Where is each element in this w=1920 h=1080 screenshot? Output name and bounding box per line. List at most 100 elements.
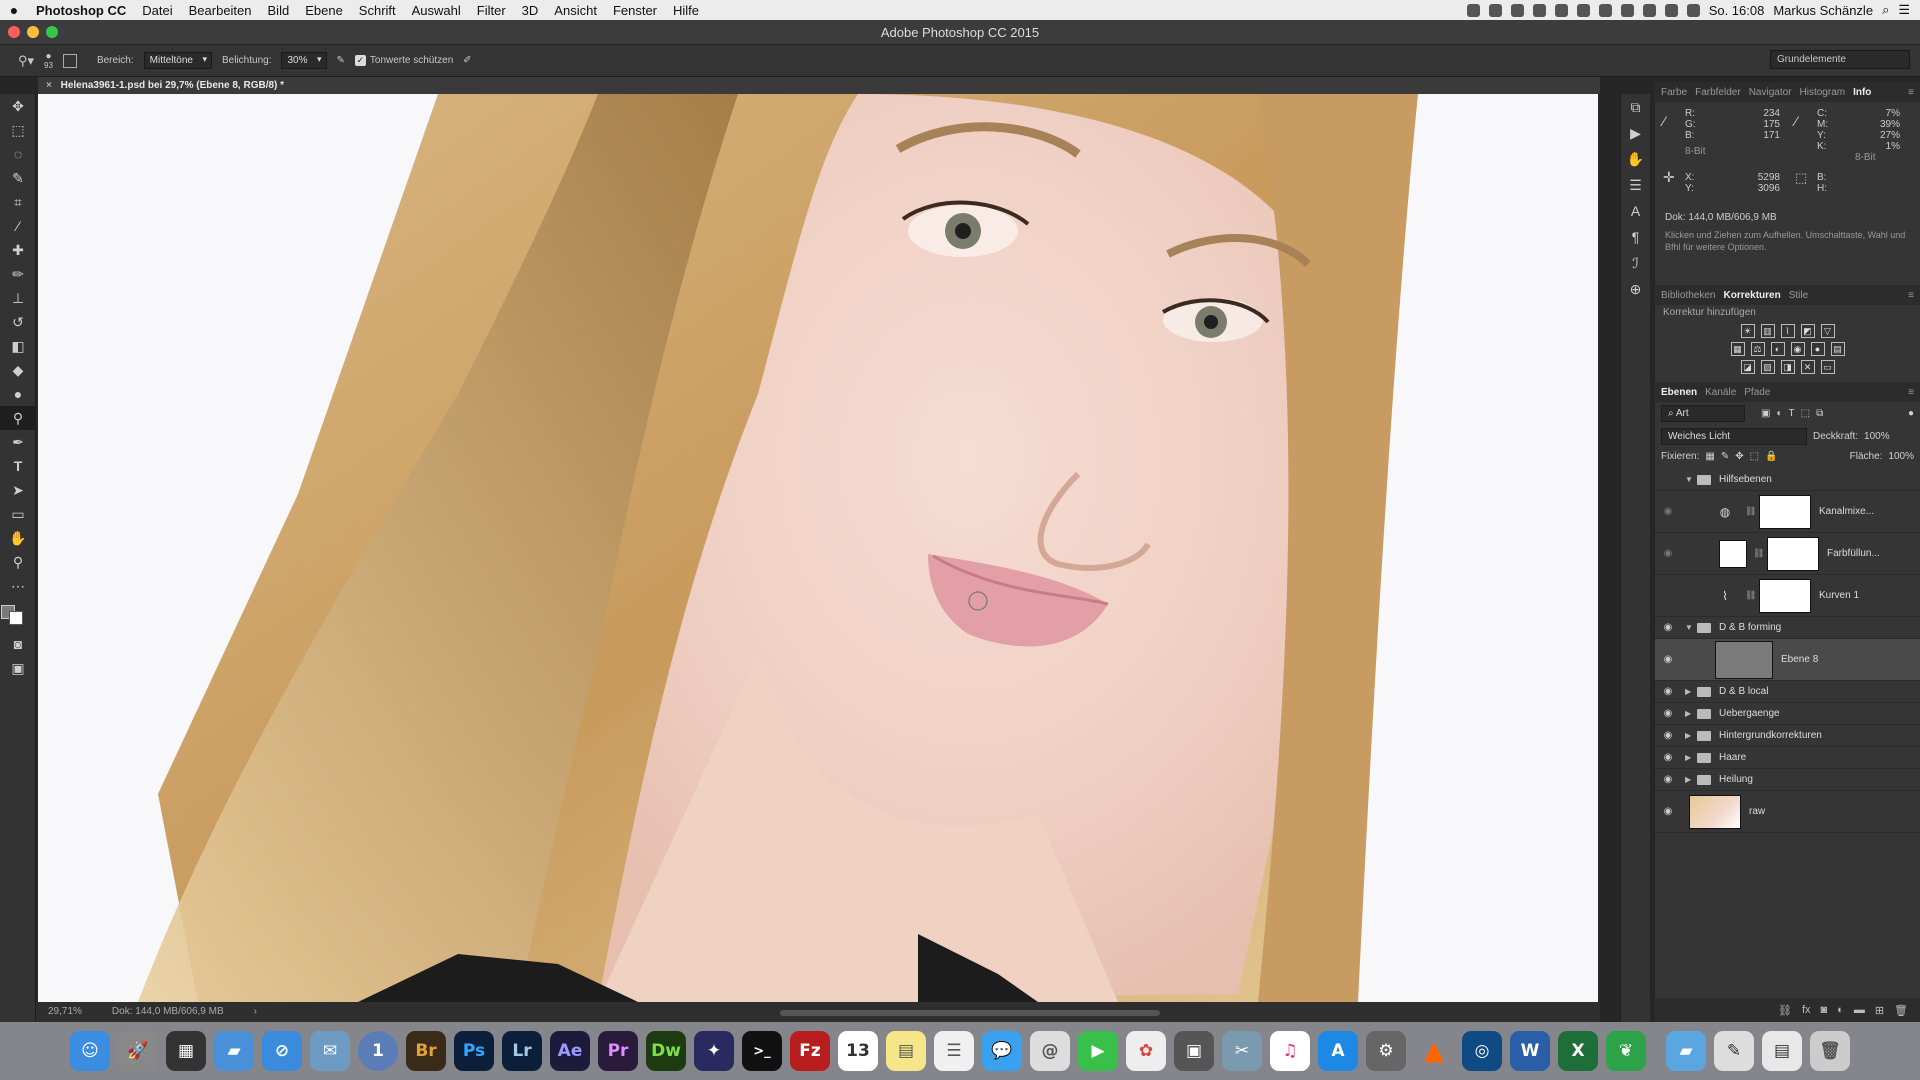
status-expand-icon[interactable]: › — [254, 1002, 257, 1022]
pressure-icon[interactable]: ✐ — [463, 55, 471, 66]
filter-toggle-icon[interactable]: ● — [1908, 408, 1914, 419]
volume-icon[interactable] — [1686, 3, 1700, 17]
layer-mask-thumb[interactable] — [1759, 494, 1811, 529]
properties-panel-icon[interactable]: ☰ — [1621, 172, 1650, 198]
safari-icon[interactable]: ⊘ — [262, 1031, 302, 1071]
apple-menu-icon[interactable]: ● — [0, 2, 28, 18]
protect-tones-checkbox[interactable]: ✓ Tonwerte schützen — [354, 54, 453, 66]
messages-icon[interactable]: 💬 — [982, 1031, 1022, 1071]
menubar-clock[interactable]: So. 16:08 — [1709, 3, 1765, 18]
new-group-icon[interactable]: ▬ — [1854, 1004, 1865, 1016]
vibrance-icon[interactable]: ▽ — [1820, 324, 1835, 338]
menu-ansicht[interactable]: Ansicht — [546, 3, 605, 18]
contacts-icon[interactable]: @ — [1030, 1031, 1070, 1071]
invert-icon[interactable]: ◪ — [1740, 360, 1755, 374]
color-balance-icon[interactable]: ⚖ — [1750, 342, 1765, 356]
zoom-window-button[interactable] — [46, 26, 58, 38]
horizontal-scrollbar[interactable] — [780, 1010, 1160, 1016]
display-icon[interactable] — [1576, 3, 1590, 17]
hand-tool-icon[interactable]: ✋ — [0, 526, 36, 550]
spotlight-icon[interactable]: ⌕ — [1882, 2, 1889, 18]
documents-stack-icon[interactable]: ▤ — [1762, 1031, 1802, 1071]
browser-icon[interactable]: ◎ — [1462, 1031, 1502, 1071]
shape-tool-icon[interactable]: ▭ — [0, 502, 36, 526]
link-icon[interactable]: ⛓ — [1745, 590, 1756, 601]
layer-raw[interactable]: ◉ raw — [1655, 791, 1920, 833]
photos-icon[interactable]: ✿ — [1126, 1031, 1166, 1071]
blend-mode-dropdown[interactable]: Weiches Licht — [1661, 428, 1807, 445]
document-tab[interactable]: × Helena3961-1.psd bei 29,7% (Ebene 8, R… — [38, 77, 1600, 94]
layer-farbfuellung[interactable]: ◉ ⛓ Farbfüllun... — [1655, 533, 1920, 575]
crop-tool-icon[interactable]: ⌗ — [0, 190, 36, 214]
layer-group-uebergaenge[interactable]: ◉ ▶ Uebergaenge — [1655, 703, 1920, 725]
airbrush-icon[interactable]: ✎ — [337, 55, 345, 66]
menu-filter[interactable]: Filter — [469, 3, 514, 18]
type-tool-icon[interactable]: T — [0, 454, 36, 478]
eye-icon[interactable]: ◉ — [1655, 622, 1681, 633]
quick-mask-icon[interactable]: ◙ — [0, 632, 36, 656]
photo-filter-icon[interactable]: ◉ — [1790, 342, 1805, 356]
history-panel-icon[interactable]: ⧉ — [1621, 94, 1650, 120]
eye-icon[interactable]: ◉ — [1655, 774, 1681, 785]
workspace-dropdown[interactable]: Grundelemente — [1770, 50, 1910, 69]
eye-icon[interactable]: ◉ — [1655, 708, 1681, 719]
actions-panel-icon[interactable]: ▶ — [1621, 120, 1650, 146]
preview-icon[interactable]: ✉ — [310, 1031, 350, 1071]
bridge-icon[interactable]: Br — [406, 1031, 446, 1071]
filezilla-icon[interactable]: Fz — [790, 1031, 830, 1071]
onepassword-icon[interactable]: 1 — [358, 1031, 398, 1071]
range-dropdown[interactable]: Mitteltöne — [143, 52, 212, 69]
fill-value[interactable]: 100% — [1888, 451, 1914, 462]
status-record-icon[interactable] — [1466, 3, 1480, 17]
eye-icon[interactable]: ◉ — [1655, 806, 1681, 817]
color-lookup-icon[interactable]: ▤ — [1830, 342, 1845, 356]
black-white-icon[interactable]: ◐ — [1770, 342, 1785, 356]
lock-pixels-icon[interactable]: ✎ — [1721, 451, 1729, 462]
layer-style-icon[interactable]: fx — [1802, 1004, 1811, 1016]
layer-group-db-local[interactable]: ◉ ▶ D & B local — [1655, 681, 1920, 703]
panel-menu-icon-2[interactable]: ≡ — [1908, 290, 1920, 301]
filter-adjust-icon[interactable]: ◐ — [1776, 408, 1782, 419]
tab-bibliotheken[interactable]: Bibliotheken — [1661, 290, 1715, 301]
calendar-icon[interactable]: 13 — [838, 1031, 878, 1071]
threshold-icon[interactable]: ◨ — [1780, 360, 1795, 374]
path-select-tool-icon[interactable]: ➤ — [0, 478, 36, 502]
preview-app-icon[interactable]: ✂ — [1222, 1031, 1262, 1071]
layer-kurven-1[interactable]: ⌇ ⛓ Kurven 1 — [1655, 575, 1920, 617]
eyedropper-tool-icon[interactable]: ⁄ — [0, 214, 36, 238]
stamp-tool-icon[interactable]: ⊥ — [0, 286, 36, 310]
character-panel-icon[interactable]: A — [1621, 198, 1650, 224]
close-window-button[interactable] — [8, 26, 20, 38]
cloud-icon[interactable] — [1532, 3, 1546, 17]
system-preferences-icon[interactable]: ⚙ — [1366, 1031, 1406, 1071]
tab-kanaele[interactable]: Kanäle — [1705, 387, 1736, 398]
trash-icon[interactable]: 🗑 — [1894, 1004, 1908, 1017]
panel-menu-icon-3[interactable]: ≡ — [1908, 387, 1920, 398]
tab-korrekturen[interactable]: Korrekturen — [1723, 290, 1780, 301]
tab-histogram[interactable]: Histogram — [1800, 87, 1846, 98]
levels-icon[interactable]: ▥ — [1760, 324, 1775, 338]
chevron-right-icon[interactable]: ▶ — [1685, 687, 1697, 696]
evernote-icon[interactable]: ❦ — [1606, 1031, 1646, 1071]
chevron-right-icon[interactable]: ▶ — [1685, 753, 1697, 762]
layer-mask-thumb[interactable] — [1767, 536, 1819, 571]
selective-color-icon[interactable]: ✕ — [1800, 360, 1815, 374]
lasso-tool-icon[interactable]: ◌ — [0, 142, 36, 166]
zoom-level[interactable]: 29,71% — [48, 1002, 82, 1022]
raw-layer-thumb[interactable] — [1689, 794, 1741, 829]
chevron-down-icon[interactable]: ▼ — [1685, 475, 1697, 484]
eye-icon[interactable]: ◉ — [1655, 686, 1681, 697]
gradient-tool-icon[interactable]: ◆ — [0, 358, 36, 382]
menu-auswahl[interactable]: Auswahl — [404, 3, 469, 18]
brushes-stack-icon[interactable]: ✎ — [1714, 1031, 1754, 1071]
link-icon[interactable]: ⛓ — [1745, 506, 1756, 517]
dropbox-icon[interactable] — [1488, 3, 1502, 17]
layer-kanalmixer[interactable]: ◉ ◍ ⛓ Kanalmixe... — [1655, 491, 1920, 533]
layer-group-heilung[interactable]: ◉ ▶ Heilung — [1655, 769, 1920, 791]
layer-group-hilfsebenen[interactable]: ▼ Hilfsebenen — [1655, 469, 1920, 491]
tab-farbe[interactable]: Farbe — [1661, 87, 1687, 98]
facetime-icon[interactable]: ▶ — [1078, 1031, 1118, 1071]
channel-mixer-icon[interactable]: ● — [1810, 342, 1825, 356]
document-canvas[interactable] — [38, 94, 1598, 1002]
wifi-icon[interactable] — [1664, 3, 1678, 17]
